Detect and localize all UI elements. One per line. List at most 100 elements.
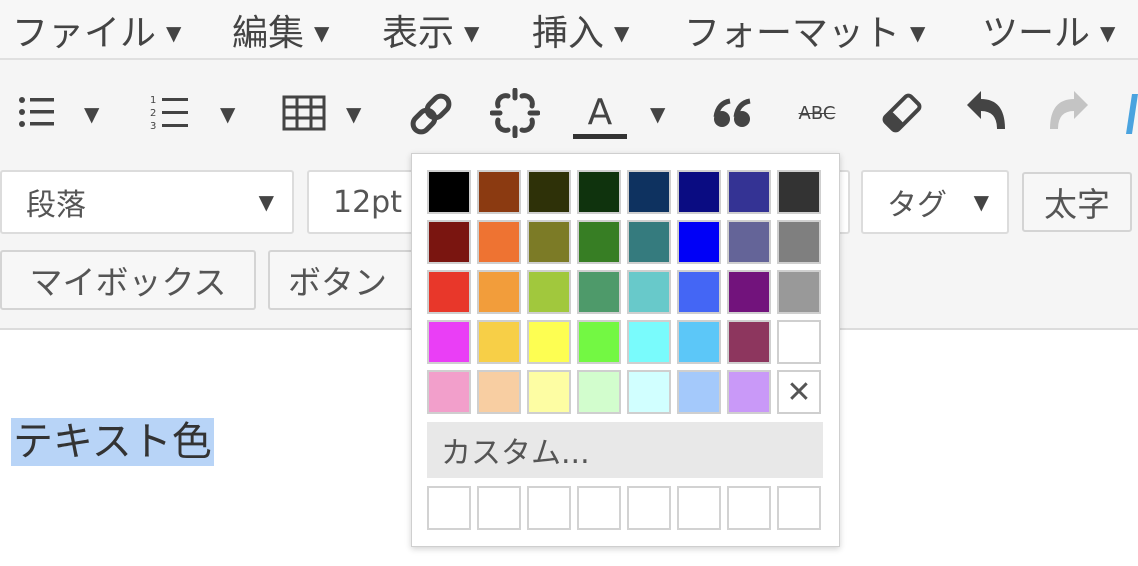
blockquote-icon (713, 98, 751, 127)
color-swatch[interactable] (727, 220, 771, 264)
unlink-button[interactable] (490, 88, 540, 138)
text-color-button[interactable]: A (572, 90, 628, 142)
custom-color-slot[interactable] (677, 486, 721, 530)
color-swatch[interactable] (527, 320, 571, 364)
svg-text:3: 3 (150, 121, 156, 131)
strikethrough-button[interactable]: ABC (794, 98, 840, 128)
color-swatch[interactable] (527, 270, 571, 314)
undo-icon (967, 91, 1005, 129)
numbered-list-button[interactable]: 1 2 3 (150, 92, 190, 132)
custom-color-label: カスタム... (441, 436, 590, 471)
bullet-list-icon (19, 97, 54, 127)
selected-text[interactable]: テキスト色 (11, 418, 214, 466)
color-swatch[interactable] (427, 220, 471, 264)
color-swatch[interactable] (477, 370, 521, 414)
color-swatch[interactable] (427, 320, 471, 364)
custom-color-button[interactable]: カスタム... (427, 422, 823, 478)
menu-tools[interactable]: ツール ▼ (982, 4, 1115, 56)
custom-color-slot[interactable] (777, 486, 821, 530)
color-swatch[interactable] (677, 270, 721, 314)
text-color-dropdown-icon[interactable]: ▼ (650, 102, 665, 126)
color-swatch[interactable] (677, 320, 721, 364)
tag-button[interactable]: タグ ▼ (861, 170, 1009, 234)
color-swatch[interactable] (427, 270, 471, 314)
color-swatch[interactable] (727, 320, 771, 364)
color-swatch[interactable] (777, 170, 821, 214)
color-swatch[interactable] (627, 370, 671, 414)
menu-file[interactable]: ファイル ▼ (12, 4, 181, 56)
link-button[interactable] (406, 90, 456, 138)
color-swatch[interactable] (577, 270, 621, 314)
menu-view[interactable]: 表示 ▼ (382, 4, 479, 56)
bold-button[interactable]: 太字 (1022, 172, 1132, 232)
chevron-down-icon: ▼ (464, 21, 480, 45)
color-swatch[interactable] (477, 320, 521, 364)
color-swatch[interactable] (527, 220, 571, 264)
custom-color-slot[interactable] (477, 486, 521, 530)
redo-icon (1050, 91, 1088, 129)
font-size-select-value: 12pt (333, 184, 402, 220)
menu-format[interactable]: フォーマット ▼ (684, 4, 925, 56)
format-select-value: 段落 (26, 188, 86, 223)
numbered-list-dropdown-icon[interactable]: ▼ (220, 102, 235, 126)
menu-edit[interactable]: 編集 ▼ (232, 4, 329, 56)
color-swatch[interactable] (727, 170, 771, 214)
clear-format-button[interactable] (880, 90, 924, 136)
color-swatch[interactable] (677, 220, 721, 264)
color-swatch[interactable] (677, 370, 721, 414)
table-dropdown-icon[interactable]: ▼ (346, 102, 361, 126)
format-select[interactable]: 段落 ▼ (0, 170, 294, 234)
color-swatch[interactable] (677, 170, 721, 214)
color-swatch[interactable] (577, 170, 621, 214)
custom-color-slot[interactable] (727, 486, 771, 530)
mybox-button[interactable]: マイボックス (0, 250, 256, 310)
color-swatch[interactable] (777, 270, 821, 314)
table-button[interactable] (282, 94, 326, 132)
menu-format-label: フォーマット (684, 13, 901, 54)
blockquote-button[interactable] (712, 96, 754, 132)
color-swatch[interactable] (777, 320, 821, 364)
color-swatch[interactable] (727, 370, 771, 414)
color-swatch[interactable] (427, 170, 471, 214)
color-swatch[interactable] (527, 370, 571, 414)
color-swatch[interactable] (577, 370, 621, 414)
color-swatch[interactable] (627, 170, 671, 214)
color-swatch[interactable] (627, 270, 671, 314)
menubar: ファイル ▼ 編集 ▼ 表示 ▼ 挿入 ▼ フォーマット ▼ ツール ▼ (0, 0, 1138, 60)
custom-color-slot[interactable] (577, 486, 621, 530)
remove-color-button[interactable]: ✕ (777, 370, 821, 414)
bullet-list-dropdown-icon[interactable]: ▼ (84, 102, 99, 126)
strikethrough-icon: ABC (798, 102, 836, 124)
button-button[interactable]: ボタン (268, 250, 418, 310)
undo-button[interactable] (962, 88, 1012, 138)
color-swatch[interactable] (527, 170, 571, 214)
custom-color-slot[interactable] (527, 486, 571, 530)
menu-view-label: 表示 (382, 13, 455, 54)
table-icon (282, 95, 326, 131)
redo-button[interactable] (1044, 88, 1092, 138)
chevron-down-icon: ▼ (973, 190, 989, 214)
color-swatch[interactable] (477, 270, 521, 314)
color-swatch[interactable] (727, 270, 771, 314)
color-swatch[interactable] (427, 370, 471, 414)
mybox-button-label: マイボックス (29, 263, 227, 302)
bullet-list-button[interactable] (18, 92, 56, 132)
color-swatch[interactable] (577, 320, 621, 364)
color-swatch[interactable] (627, 320, 671, 364)
menu-insert-label: 挿入 (532, 13, 605, 54)
svg-text:1: 1 (150, 95, 156, 106)
color-swatch[interactable] (777, 220, 821, 264)
color-swatch[interactable] (477, 170, 521, 214)
chevron-down-icon: ▼ (614, 21, 630, 45)
tag-button-label: タグ (887, 188, 947, 223)
partial-toolbar-icon[interactable] (1126, 90, 1138, 136)
menu-insert[interactable]: 挿入 ▼ (532, 4, 629, 56)
custom-color-slot[interactable] (427, 486, 471, 530)
menu-tools-label: ツール (982, 13, 1091, 54)
color-picker-popup: ✕ カスタム... (411, 153, 840, 547)
color-swatch[interactable] (577, 220, 621, 264)
color-swatch[interactable] (477, 220, 521, 264)
color-swatch[interactable] (627, 220, 671, 264)
custom-color-slot[interactable] (627, 486, 671, 530)
chevron-down-icon: ▼ (314, 21, 330, 45)
